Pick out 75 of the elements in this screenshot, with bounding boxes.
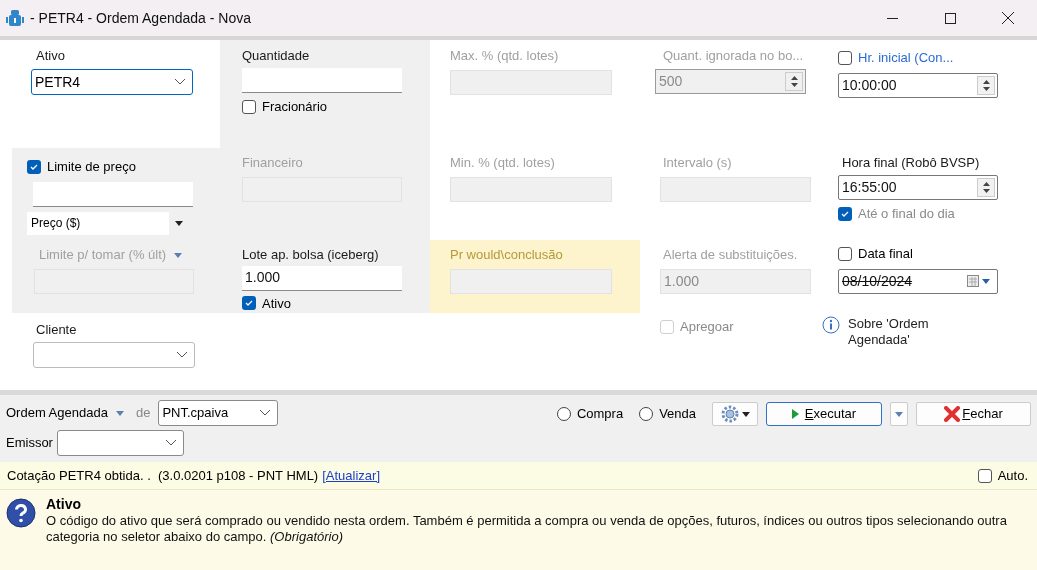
- checkbox-label: Auto.: [997, 466, 1028, 485]
- radio-label: Compra: [576, 405, 624, 424]
- field-label: Quant. ignorada no bo...: [663, 48, 804, 64]
- field-label: Max. % (qtd. lotes): [450, 48, 559, 64]
- field-label: Limite p/ tomar (% últ): [39, 247, 167, 263]
- dropdown[interactable]: [56, 430, 184, 456]
- dropdown[interactable]: PNT.cpaiva: [158, 400, 279, 426]
- dropdown[interactable]: Preço ($): [27, 211, 189, 235]
- spinner-icon[interactable]: [785, 72, 803, 91]
- dropdown-button[interactable]: [890, 402, 908, 426]
- help-text: O código do ativo que será comprado ou vendido nesta ordem. Também é permitida a compra ou venda de opções, futuros, índices ou outros tipos selecionando outra categoria no seletor abaixo do campo. (Obrigatório): [46, 513, 1008, 545]
- calendar-icon[interactable]: [967, 275, 993, 287]
- robot-icon: [6, 9, 24, 27]
- window-title: - PETR4 - Ordem Agendada - Nova: [30, 8, 251, 28]
- checkbox[interactable]: [977, 468, 992, 483]
- checkbox-label: Hr. inicial (Con...: [858, 49, 954, 67]
- spinner-icon[interactable]: [977, 75, 995, 95]
- radio-button[interactable]: [556, 407, 571, 421]
- field-label: Pr would\conclusão: [450, 247, 563, 263]
- issuer-label: Emissor: [6, 434, 53, 453]
- close-button[interactable]: Fechar: [916, 402, 1031, 426]
- text-field[interactable]: 08/10/2024: [838, 268, 998, 294]
- about-link[interactable]: Sobre 'Ordem Agendada': [848, 316, 968, 348]
- gear-icon: [720, 405, 739, 423]
- field-label: Financeiro: [242, 155, 303, 171]
- dropdown[interactable]: PETR4: [31, 69, 193, 95]
- caret-icon[interactable]: [115, 410, 124, 416]
- help-title: Ativo: [46, 496, 82, 513]
- caret-icon: [741, 411, 750, 417]
- checkbox[interactable]: [27, 159, 41, 174]
- checkbox[interactable]: [838, 206, 852, 221]
- checkbox-label: Ativo: [262, 294, 291, 313]
- field-label: Cliente: [36, 322, 77, 338]
- checkbox-label: Apregoar: [680, 318, 734, 336]
- text-field[interactable]: 10:00:00: [838, 72, 998, 98]
- field-label: Hora final (Robô BVSP): [842, 155, 980, 171]
- field-label: Ativo: [36, 48, 65, 64]
- status-text: Cotação PETR4 obtida. . (3.0.0201 p108 - PNT HML): [7, 466, 319, 485]
- execute-button[interactable]: Executar: [766, 402, 882, 426]
- checkbox[interactable]: [242, 296, 256, 311]
- checkbox[interactable]: [838, 50, 852, 65]
- checkbox-label: Limite de preço: [47, 158, 136, 176]
- field-label: Quantidade: [242, 48, 310, 64]
- radio-button[interactable]: [639, 407, 654, 421]
- caret-icon: [175, 220, 183, 226]
- caret-icon[interactable]: [174, 252, 183, 258]
- checkbox-label: Fracionário: [262, 98, 328, 116]
- text-field[interactable]: 1.000: [242, 266, 402, 291]
- field-label: Min. % (qtd. lotes): [450, 155, 555, 171]
- help-icon: [6, 498, 36, 528]
- text-field: 500: [655, 69, 806, 94]
- refresh-link[interactable]: [Atualizar]: [322, 465, 380, 486]
- text-field[interactable]: [33, 181, 193, 207]
- caret-icon: [895, 411, 903, 417]
- text-field[interactable]: 16:55:00: [838, 175, 998, 200]
- from-label: de: [135, 404, 151, 423]
- chevron-down-icon: [176, 351, 188, 359]
- chevron-down-icon: [174, 78, 186, 86]
- x-icon: [944, 406, 961, 422]
- chevron-down-icon: [164, 439, 177, 447]
- settings-button[interactable]: [712, 402, 758, 426]
- radio-label: Venda: [659, 405, 696, 424]
- chevron-down-icon: [259, 409, 272, 417]
- play-icon: [791, 409, 799, 419]
- field-label: Intervalo (s): [663, 155, 732, 171]
- checkbox-label: Data final: [858, 245, 913, 263]
- field-label: Lote ap. bolsa (iceberg): [242, 247, 379, 263]
- order-type-label: Ordem Agendada: [6, 404, 108, 423]
- checkbox[interactable]: [838, 246, 852, 261]
- spinner-icon[interactable]: [977, 178, 995, 197]
- info-icon[interactable]: [822, 316, 840, 334]
- field-label: Alerta de substituições.: [663, 247, 798, 263]
- checkbox[interactable]: [242, 99, 256, 114]
- checkbox-label: Até o final do dia: [858, 205, 955, 223]
- text-field[interactable]: [242, 68, 402, 93]
